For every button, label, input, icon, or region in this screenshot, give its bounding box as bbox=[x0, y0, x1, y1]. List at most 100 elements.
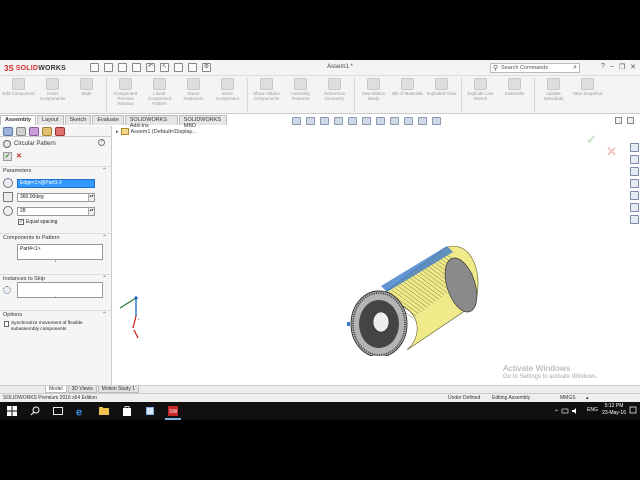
viewport-minimize-icon[interactable] bbox=[615, 117, 622, 124]
options-group-header[interactable]: Options ⌃ bbox=[0, 310, 111, 319]
design-library-icon[interactable] bbox=[629, 155, 639, 164]
instances-to-skip-list[interactable] bbox=[17, 282, 103, 298]
expand-arrow-icon[interactable]: ▸ bbox=[116, 129, 119, 135]
status-units[interactable]: MMGS bbox=[560, 395, 576, 401]
apply-scene-icon[interactable] bbox=[404, 117, 413, 125]
ribbon-command-11[interactable]: Bill of Materials bbox=[391, 76, 425, 114]
view-settings-icon[interactable] bbox=[418, 117, 427, 125]
ribbon-command-7[interactable]: Show Hidden Components bbox=[250, 76, 284, 114]
search-scope-icon[interactable]: ⚲ bbox=[493, 64, 498, 72]
ribbon-command-15[interactable]: Update Speedpak bbox=[537, 76, 571, 114]
custom-properties-icon[interactable] bbox=[629, 203, 639, 212]
collapse-chevron-icon[interactable]: ⌃ bbox=[102, 167, 107, 174]
edge-browser-icon[interactable]: e bbox=[75, 405, 87, 418]
help-icon[interactable]: ? bbox=[601, 63, 605, 71]
collapse-chevron-icon[interactable]: ⌃ bbox=[102, 311, 107, 318]
ribbon-tab-1[interactable]: Layout bbox=[37, 115, 64, 125]
circular-pattern-model[interactable] bbox=[343, 240, 483, 356]
instances-to-skip-group-header[interactable]: Instances to Skip ⌃ bbox=[0, 274, 111, 283]
file-explorer-icon[interactable] bbox=[629, 167, 639, 176]
solidworks-forum-icon[interactable] bbox=[629, 215, 639, 224]
status-expand-icon[interactable]: ▴ bbox=[586, 395, 589, 401]
help-icon[interactable]: ? bbox=[98, 139, 105, 146]
ribbon-command-12[interactable]: Exploded View bbox=[425, 76, 459, 114]
ok-button[interactable]: ✓ bbox=[3, 151, 12, 161]
confirm-cancel-icon[interactable]: ✕ bbox=[606, 144, 617, 160]
windows-start-icon[interactable] bbox=[6, 405, 18, 417]
rebuild-icon[interactable] bbox=[174, 63, 183, 72]
dimxpert-manager-tab-icon[interactable] bbox=[42, 127, 52, 136]
angle-field[interactable]: 360.00deg ▴▾ bbox=[17, 192, 95, 202]
bottom-tab-0[interactable]: Model bbox=[45, 386, 67, 393]
task-view-icon[interactable] bbox=[52, 405, 64, 417]
collapse-chevron-icon[interactable]: ⌃ bbox=[102, 234, 107, 241]
app-taskbar-icon[interactable] bbox=[144, 405, 156, 417]
zoom-to-area-icon[interactable] bbox=[306, 117, 315, 125]
ribbon-command-4[interactable]: Linear Component Pattern bbox=[143, 76, 177, 114]
ribbon-command-5[interactable]: Smart Fasteners bbox=[177, 76, 211, 114]
ribbon-command-2[interactable]: Mate bbox=[70, 76, 104, 114]
angle-spinner[interactable]: ▴▾ bbox=[88, 193, 94, 201]
ribbon-command-0[interactable]: Edit Component bbox=[2, 76, 36, 114]
ribbon-command-16[interactable]: Take Snapshot bbox=[571, 76, 605, 114]
ribbon-command-6[interactable]: Move Component bbox=[211, 76, 245, 114]
ribbon-command-1[interactable]: Insert Components bbox=[36, 76, 70, 114]
ribbon-command-9[interactable]: Reference Geometry bbox=[318, 76, 352, 114]
section-view-icon[interactable] bbox=[334, 117, 343, 125]
cancel-button[interactable]: ✕ bbox=[16, 152, 22, 160]
search-magnifier-icon[interactable]: ⌕ bbox=[573, 64, 577, 72]
display-pane-icon[interactable] bbox=[432, 117, 441, 125]
solidworks-resources-icon[interactable] bbox=[629, 143, 639, 152]
print-icon[interactable] bbox=[132, 63, 141, 72]
pattern-axis-field[interactable]: Edge<1>@Part3-2 bbox=[17, 178, 95, 188]
undo-icon[interactable]: ↶ bbox=[146, 63, 155, 72]
select-icon[interactable]: ↖ bbox=[160, 63, 169, 72]
ribbon-command-3[interactable]: Component Preview Window bbox=[109, 76, 143, 114]
parameters-group-header[interactable]: Parameters ⌃ bbox=[0, 166, 111, 175]
collapse-chevron-icon[interactable]: ⌃ bbox=[102, 275, 107, 282]
system-clock[interactable]: 5:12 PM 23-May-16 bbox=[602, 403, 626, 417]
ribbon-command-14[interactable]: Instant3D bbox=[498, 76, 532, 114]
display-manager-tab-icon[interactable] bbox=[55, 127, 65, 136]
new-document-icon[interactable] bbox=[90, 63, 99, 72]
ribbon-tab-5[interactable]: SOLIDWORKS MBD bbox=[178, 115, 227, 129]
file-explorer-taskbar-icon[interactable] bbox=[98, 405, 110, 417]
solidworks-taskbar-icon[interactable]: SW bbox=[167, 405, 179, 417]
property-manager-tab-icon[interactable] bbox=[16, 127, 26, 136]
display-style-icon[interactable] bbox=[362, 117, 371, 125]
hide-show-items-icon[interactable] bbox=[376, 117, 385, 125]
edit-appearance-icon[interactable] bbox=[390, 117, 399, 125]
ribbon-command-13[interactable]: Explode Line Sketch bbox=[464, 76, 498, 114]
instances-field[interactable]: 28 ▴▾ bbox=[17, 206, 95, 216]
flyout-feature-tree[interactable]: ▸ Assem1 (Default<Display... bbox=[116, 128, 197, 135]
equal-spacing-checkbox-row[interactable]: ✓ Equal spacing bbox=[0, 217, 111, 227]
appearances-icon[interactable] bbox=[629, 191, 639, 200]
feature-manager-tab-icon[interactable] bbox=[3, 127, 13, 136]
ribbon-tab-3[interactable]: Evaluate bbox=[92, 115, 124, 125]
open-folder-icon[interactable] bbox=[104, 63, 113, 72]
minimize-icon[interactable]: – bbox=[610, 63, 614, 71]
synchronize-movement-checkbox-row[interactable]: Synchronize movement of flexible subasse… bbox=[0, 319, 111, 334]
ribbon-command-10[interactable]: New Motion Study bbox=[357, 76, 391, 114]
instances-spinner[interactable]: ▴▾ bbox=[88, 207, 94, 215]
store-icon[interactable] bbox=[121, 405, 133, 417]
solidworks-logo[interactable]: 3S SOLIDWORKS bbox=[4, 63, 66, 73]
configuration-manager-tab-icon[interactable] bbox=[29, 127, 39, 136]
synchronize-movement-checkbox[interactable] bbox=[4, 321, 9, 327]
equal-spacing-checkbox[interactable]: ✓ bbox=[18, 219, 24, 225]
previous-view-icon[interactable] bbox=[320, 117, 329, 125]
view-palette-icon[interactable] bbox=[629, 179, 639, 188]
file-properties-icon[interactable] bbox=[188, 63, 197, 72]
ribbon-command-8[interactable]: Assembly Features bbox=[284, 76, 318, 114]
view-orientation-icon[interactable] bbox=[348, 117, 357, 125]
save-icon[interactable] bbox=[118, 63, 127, 72]
search-commands-input[interactable]: ⚲ Search Commands ⌕ bbox=[490, 63, 580, 73]
ribbon-tab-4[interactable]: SOLIDWORKS Add-Ins bbox=[124, 115, 178, 129]
bottom-tab-1[interactable]: 3D Views bbox=[67, 386, 97, 393]
restore-icon[interactable]: ❐ bbox=[619, 63, 625, 71]
input-language[interactable]: ENG bbox=[587, 407, 598, 413]
options-gear-icon[interactable]: ⚙ bbox=[202, 63, 211, 72]
resize-handle[interactable]: • bbox=[0, 260, 111, 266]
components-group-header[interactable]: Components to Pattern ⌃ bbox=[0, 233, 111, 242]
zoom-to-fit-icon[interactable] bbox=[292, 117, 301, 125]
